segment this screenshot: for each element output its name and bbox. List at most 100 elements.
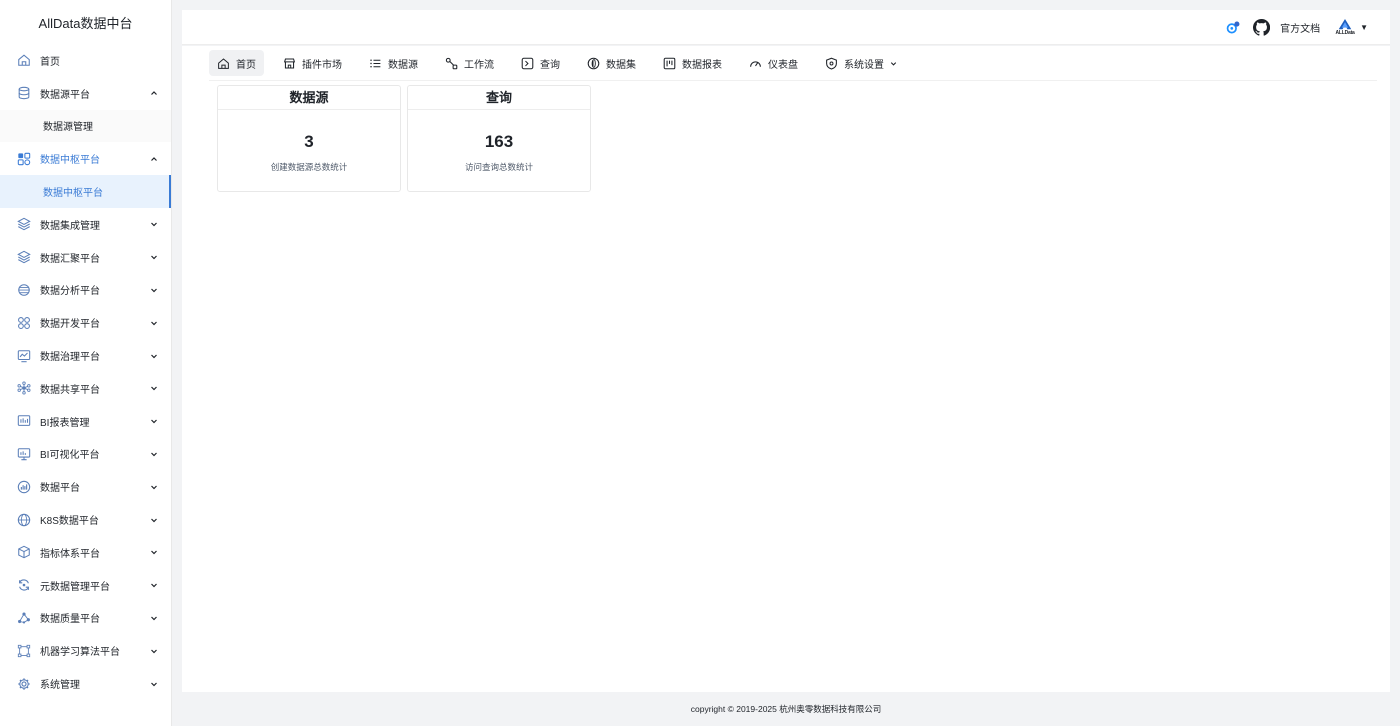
sidebar-item-label: 数据汇聚平台 [40, 253, 100, 265]
tab-label: 插件市场 [302, 59, 342, 71]
sidebar-item-4[interactable]: 数据汇聚平台 [0, 241, 171, 274]
report-board-icon [663, 57, 676, 70]
sidebar-item-label: 数据治理平台 [40, 352, 100, 364]
tab-0[interactable]: 首页 [209, 50, 264, 76]
tab-label: 仪表盘 [768, 59, 798, 71]
nodes-icon [17, 316, 31, 330]
tab-5[interactable]: 数据集 [579, 50, 644, 76]
sidebar-item-1[interactable]: 数据源平台 [0, 77, 171, 110]
sidebar-item-5[interactable]: 数据分析平台 [0, 274, 171, 307]
github-icon[interactable] [1252, 18, 1270, 36]
tab-1[interactable]: 插件市场 [275, 50, 350, 76]
chevron-down-icon [149, 416, 159, 426]
app-root: AllData数据中台 首页 数据源平台 数据源管理 数据中枢平台 数据中枢平台 数据集成… [0, 0, 1400, 726]
sidebar-item-10[interactable]: BI可视化平台 [0, 438, 171, 471]
official-docs-link[interactable]: 官方文档 [1280, 20, 1320, 35]
tab-label: 数据报表 [682, 59, 722, 71]
card-description: 访问查询总数统计 [464, 162, 533, 172]
sidebar-item-17[interactable]: 系统管理 [0, 667, 171, 700]
tab-label: 数据源 [388, 59, 418, 71]
tab-label: 工作流 [464, 59, 494, 71]
cube-icon [17, 545, 31, 559]
sidebar-item-7[interactable]: 数据治理平台 [0, 339, 171, 372]
share-network-icon [17, 381, 31, 395]
caret-down-icon: ▼ [1360, 22, 1368, 32]
terminal-icon [521, 57, 534, 70]
vector-icon [17, 644, 31, 658]
sidebar-item-label: K8S数据平台 [40, 516, 99, 528]
screen-icon [17, 447, 31, 461]
monitor-chart-icon [17, 349, 31, 363]
sidebar-item-12[interactable]: K8S数据平台 [0, 503, 171, 536]
sidebar-item-label: 数据中枢平台 [40, 155, 100, 167]
sidebar-item-0[interactable]: 首页 [0, 44, 171, 77]
dataset-icon [587, 57, 600, 70]
tab-7[interactable]: 仪表盘 [741, 50, 806, 76]
chevron-down-icon [149, 383, 159, 393]
sidebar-item-label: 数据质量平台 [40, 614, 100, 626]
sidebar-item-13[interactable]: 指标体系平台 [0, 536, 171, 569]
chevron-down-icon [889, 59, 898, 68]
sidebar-item-14[interactable]: 元数据管理平台 [0, 569, 171, 602]
apps-icon [17, 152, 31, 166]
layers-icon [17, 217, 31, 231]
sidebar: AllData数据中台 首页 数据源平台 数据源管理 数据中枢平台 数据中枢平台 数据集成… [0, 0, 172, 726]
chevron-down-icon [149, 547, 159, 557]
tab-6[interactable]: 数据报表 [655, 50, 730, 76]
chevron-up-icon [149, 88, 159, 98]
avatar-text: ALLData [1335, 29, 1355, 36]
chevron-down-icon [149, 613, 159, 623]
sidebar-item-2[interactable]: 数据中枢平台 [0, 142, 171, 175]
chevron-down-icon [149, 515, 159, 525]
tab-8[interactable]: 系统设置 [817, 50, 906, 76]
query-stat-card: 查询 163 访问查询总数统计 [407, 85, 591, 192]
sidebar-item-9[interactable]: BI报表管理 [0, 405, 171, 438]
sidebar-item-label: 指标体系平台 [40, 548, 100, 560]
top-header: 官方文档 ALLData ▼ [182, 10, 1390, 45]
sidebar-item-6[interactable]: 数据开发平台 [0, 306, 171, 339]
sidebar-subitem[interactable]: 数据源管理 [0, 109, 171, 143]
chevron-down-icon [149, 679, 159, 689]
sidebar-item-label: 元数据管理平台 [40, 581, 110, 593]
sidebar-item-label: 数据集成管理 [40, 220, 100, 232]
tab-3[interactable]: 工作流 [437, 50, 502, 76]
sidebar-item-11[interactable]: 数据平台 [0, 470, 171, 503]
report-icon [17, 414, 31, 428]
main-panel: 首页 插件市场 数据源 工作流 查询 数据集 数据报表 仪表盘 系统设置 数据源 3 创建数据源… [182, 46, 1390, 692]
gauge-icon [749, 57, 762, 70]
sidebar-item-15[interactable]: 数据质量平台 [0, 602, 171, 635]
sidebar-subitem[interactable]: 数据中枢平台 [0, 175, 171, 208]
tab-label: 数据集 [606, 59, 636, 71]
sidebar-item-label: 数据开发平台 [40, 319, 100, 331]
chevron-down-icon [149, 219, 159, 229]
chevron-down-icon [149, 449, 159, 459]
tab-4[interactable]: 查询 [513, 50, 568, 76]
tab-2[interactable]: 数据源 [361, 50, 426, 76]
home-icon [217, 57, 230, 70]
user-avatar-menu[interactable]: ALLData ▼ [1334, 18, 1368, 36]
alldata-logo-icon [1338, 18, 1352, 29]
bar-chart-icon [17, 480, 31, 494]
tabs-divider [209, 80, 1377, 81]
shield-icon [825, 57, 838, 70]
sidebar-item-16[interactable]: 机器学习算法平台 [0, 634, 171, 667]
workflow-icon [445, 57, 458, 70]
card-title: 数据源 [218, 86, 400, 110]
gear-icon [17, 677, 31, 691]
tab-label: 系统设置 [844, 59, 884, 71]
tab-label: 首页 [236, 59, 256, 71]
sidebar-item-8[interactable]: 数据共享平台 [0, 372, 171, 405]
sidebar-item-label: BI可视化平台 [40, 450, 100, 462]
avatar: ALLData [1334, 18, 1356, 36]
graph-icon [17, 611, 31, 625]
plugin-status-icon[interactable] [1224, 18, 1242, 36]
card-value: 163 [484, 132, 514, 151]
store-icon [283, 57, 296, 70]
chevron-down-icon [149, 482, 159, 492]
chevron-down-icon [149, 646, 159, 656]
cloud-globe-icon [17, 513, 31, 527]
sidebar-item-3[interactable]: 数据集成管理 [0, 208, 171, 241]
sidebar-menu: 首页 数据源平台 数据源管理 数据中枢平台 数据中枢平台 数据集成管理 数据汇聚平台 数据分析… [0, 44, 171, 700]
chevron-up-icon [149, 154, 159, 164]
top-tabs: 首页 插件市场 数据源 工作流 查询 数据集 数据报表 仪表盘 系统设置 [209, 50, 917, 76]
